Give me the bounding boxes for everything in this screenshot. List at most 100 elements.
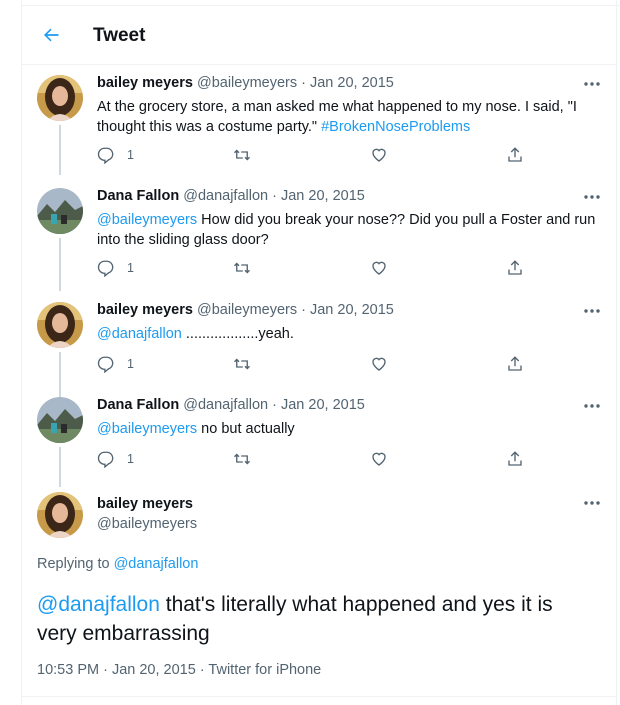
tweet-date[interactable]: · Jan 20, 2015 [272, 397, 365, 413]
tweet-actions: 1 [97, 258, 527, 278]
heart-icon [372, 452, 386, 466]
retweet-button[interactable] [232, 145, 252, 165]
thread-tweet[interactable]: bailey meyers @baileymeyers · Jan 20, 20… [22, 302, 616, 398]
tweet-header: Dana Fallon @danajfallon · Jan 20, 2015 [97, 188, 365, 204]
thread-tweet[interactable]: bailey meyers @baileymeyers · Jan 20, 20… [22, 75, 616, 175]
more-icon [584, 404, 600, 408]
main-author-name[interactable]: bailey meyers [97, 496, 193, 512]
tweet-date[interactable]: · Jan 20, 2015 [301, 302, 394, 318]
reply-icon [97, 147, 114, 164]
tweet-text: @baileymeyers How did you break your nos… [97, 210, 597, 250]
thread-connector [59, 238, 61, 291]
mention-link[interactable]: @danajfallon [97, 326, 182, 342]
share-icon [508, 260, 522, 275]
more-options-button[interactable] [582, 190, 602, 204]
like-button[interactable] [370, 258, 388, 278]
reply-button[interactable]: 1 [97, 449, 134, 469]
reply-count: 1 [127, 261, 134, 275]
tweet-actions: 1 [97, 354, 527, 374]
bottom-divider [22, 696, 616, 697]
avatar[interactable] [37, 397, 83, 443]
bailey-avatar-image [37, 75, 83, 121]
share-button[interactable] [506, 354, 524, 374]
heart-icon [372, 261, 386, 275]
reply-icon [97, 356, 114, 373]
reply-button[interactable]: 1 [97, 258, 134, 278]
thread-tweet[interactable]: Dana Fallon @danajfallon · Jan 20, 2015 … [22, 397, 616, 489]
thread-connector [59, 352, 61, 398]
avatar[interactable] [37, 188, 83, 234]
like-button[interactable] [370, 449, 388, 469]
tweet-actions: 1 [97, 449, 527, 469]
tweet-text-body: no but actually [197, 421, 295, 437]
heart-icon [372, 357, 386, 371]
mention-link[interactable]: @baileymeyers [97, 421, 197, 437]
share-button[interactable] [506, 449, 524, 469]
more-options-button[interactable] [582, 304, 602, 318]
author-name[interactable]: bailey meyers [97, 302, 193, 318]
mention-link[interactable]: @danajfallon [37, 593, 160, 616]
retweet-button[interactable] [232, 449, 252, 469]
tweet-text: @danajfallon ..................yeah. [97, 324, 597, 344]
reply-button[interactable]: 1 [97, 145, 134, 165]
tweet-header: Dana Fallon @danajfallon · Jan 20, 2015 [97, 397, 365, 413]
author-handle[interactable]: @baileymeyers [197, 302, 297, 318]
tweet-text: At the grocery store, a man asked me wha… [97, 97, 597, 137]
tweet-page: Tweet bailey meyers @baileymeyers · Jan … [0, 0, 620, 705]
tweet-date[interactable]: · Jan 20, 2015 [301, 75, 394, 91]
reply-button[interactable]: 1 [97, 354, 134, 374]
dana-avatar-image [37, 188, 83, 234]
replying-to: Replying to @danajfallon [37, 556, 198, 572]
retweet-icon [234, 453, 250, 465]
arrow-left-icon [44, 28, 59, 42]
author-handle[interactable]: @danajfallon [183, 397, 268, 413]
tweet-date[interactable]: · Jan 20, 2015 [272, 188, 365, 204]
more-icon [584, 501, 600, 505]
main-tweet-timestamp[interactable]: 10:53 PM · Jan 20, 2015 · Twitter for iP… [37, 662, 321, 678]
like-button[interactable] [370, 354, 388, 374]
tweet-actions: 1 [97, 145, 527, 165]
author-name[interactable]: bailey meyers [97, 75, 193, 91]
author-handle[interactable]: @baileymeyers [197, 75, 297, 91]
share-button[interactable] [506, 258, 524, 278]
retweet-button[interactable] [232, 354, 252, 374]
author-name[interactable]: Dana Fallon [97, 188, 179, 204]
more-icon [584, 309, 600, 313]
share-icon [508, 451, 522, 466]
author-name[interactable]: Dana Fallon [97, 397, 179, 413]
back-button[interactable] [36, 20, 66, 50]
tweet-text-body: ..................yeah. [181, 326, 294, 342]
avatar[interactable] [37, 75, 83, 121]
thread-connector [59, 125, 61, 175]
avatar[interactable] [37, 302, 83, 348]
more-options-button[interactable] [582, 399, 602, 413]
hashtag-link[interactable]: #BrokenNoseProblems [321, 119, 470, 135]
share-icon [508, 356, 522, 371]
retweet-button[interactable] [232, 258, 252, 278]
dana-avatar-image [37, 397, 83, 443]
retweet-icon [234, 262, 250, 274]
main-author-handle[interactable]: @baileymeyers [97, 516, 197, 532]
main-tweet-text: @danajfallon that's literally what happe… [37, 590, 597, 648]
main-avatar[interactable] [37, 492, 83, 538]
thread-connector [59, 447, 61, 487]
retweet-icon [234, 358, 250, 370]
mention-link[interactable]: @baileymeyers [97, 212, 197, 228]
more-options-button[interactable] [582, 77, 602, 91]
share-icon [508, 147, 522, 162]
bailey-avatar-image [37, 302, 83, 348]
reply-count: 1 [127, 452, 134, 466]
bailey-avatar-image [37, 492, 83, 538]
more-icon [584, 82, 600, 86]
author-handle[interactable]: @danajfallon [183, 188, 268, 204]
replying-to-link[interactable]: @danajfallon [114, 556, 199, 572]
more-icon [584, 195, 600, 199]
main-more-options-button[interactable] [582, 496, 602, 515]
share-button[interactable] [506, 145, 524, 165]
retweet-icon [234, 149, 250, 161]
reply-count: 1 [127, 148, 134, 162]
tweet-header: bailey meyers @baileymeyers · Jan 20, 20… [97, 75, 394, 91]
tweet-text: @baileymeyers no but actually [97, 419, 597, 439]
thread-tweet[interactable]: Dana Fallon @danajfallon · Jan 20, 2015 … [22, 188, 616, 291]
like-button[interactable] [370, 145, 388, 165]
